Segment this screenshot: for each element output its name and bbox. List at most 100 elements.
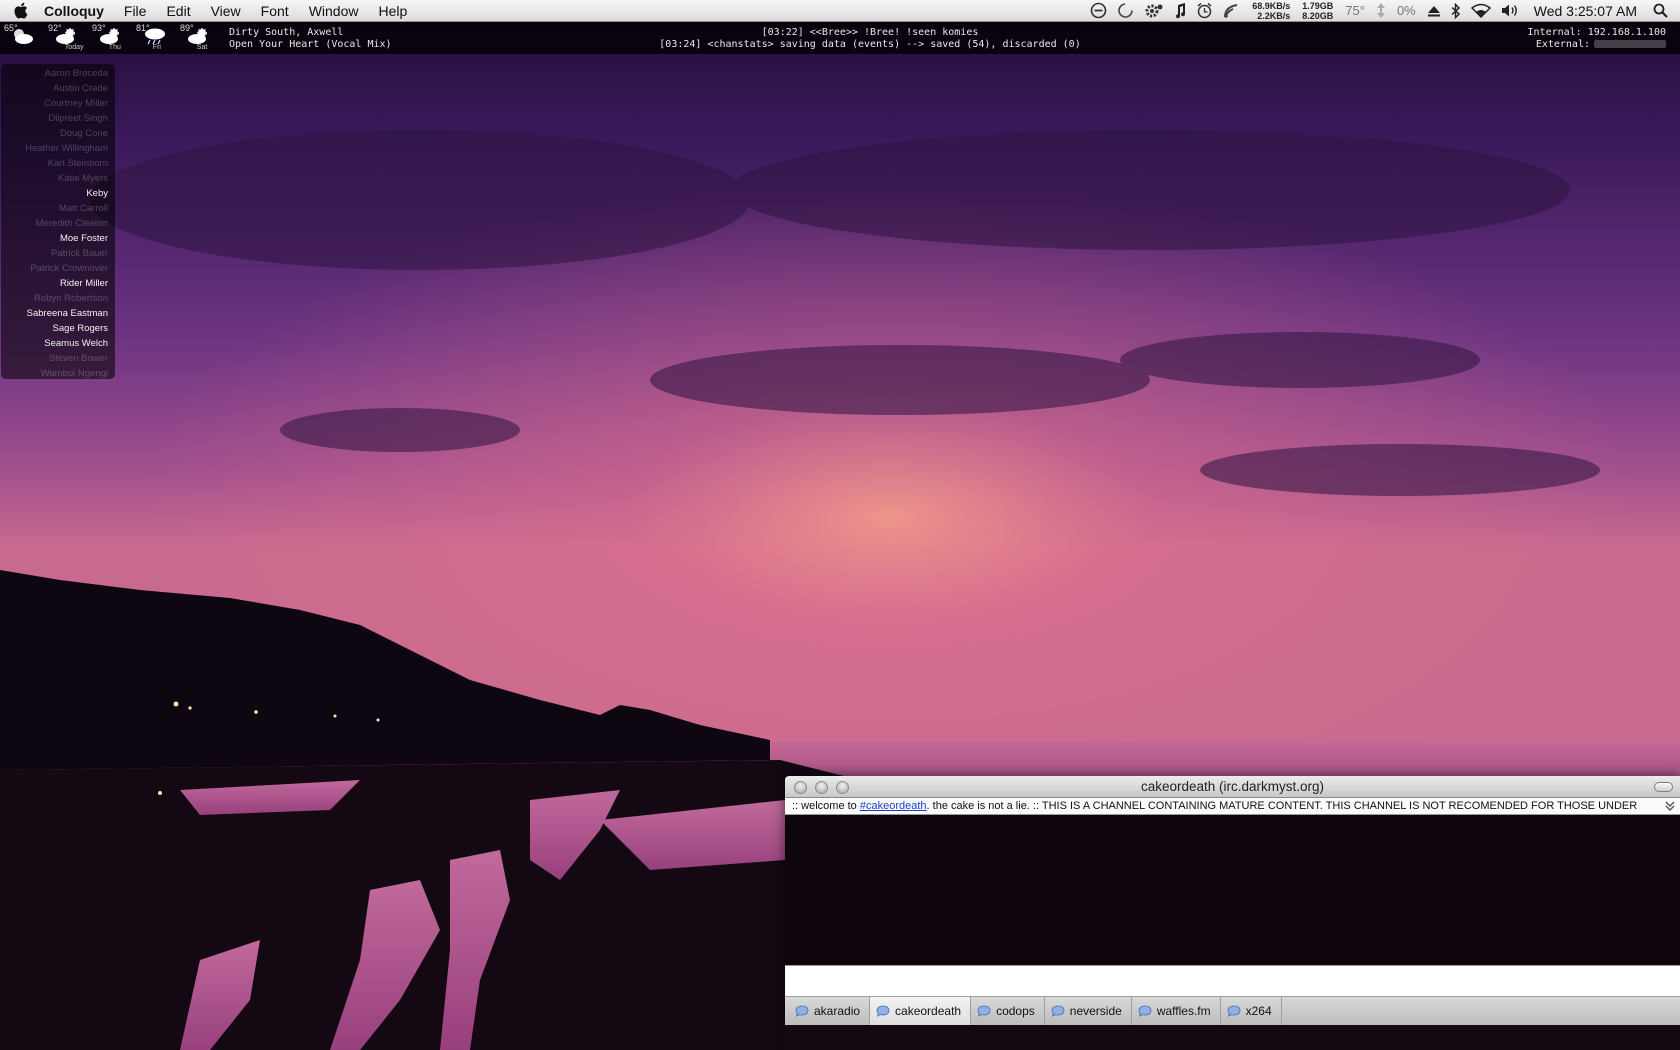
buddy-list: Aaron Breceda Austin Crade Courtney Miller… xyxy=(1,64,115,379)
now-playing: Dirty South, Axwell Open Your Heart (Voc… xyxy=(229,27,392,51)
buddy-list-item[interactable]: Robyn Robertson xyxy=(1,291,115,306)
menubar-clock[interactable]: Wed 3:25:07 AM xyxy=(1524,3,1647,19)
speech-bubble-icon xyxy=(876,1005,890,1017)
internal-ip: Internal: 192.168.1.100 xyxy=(1527,27,1666,38)
chat-tab[interactable]: cakeordeath xyxy=(870,997,972,1025)
speech-bubble-icon xyxy=(1227,1005,1241,1017)
weather-day: 81° Fri xyxy=(136,23,176,53)
music-note-icon[interactable] xyxy=(1169,0,1191,22)
battery-percentage[interactable]: 0% xyxy=(1391,3,1422,18)
chat-tab[interactable]: waffles.fm xyxy=(1132,997,1221,1025)
buddy-list-item[interactable]: Keby xyxy=(1,186,115,201)
gear-icon[interactable] xyxy=(1139,0,1169,22)
buddy-list-item[interactable]: Matt Carroll xyxy=(1,201,115,216)
message-input[interactable] xyxy=(785,965,1680,997)
buddy-list-item[interactable]: Austin Crade xyxy=(1,81,115,96)
buddy-list-item[interactable]: Heather Willingham xyxy=(1,141,115,156)
irc-log-line: [03:24] <chanstats> saving data (events)… xyxy=(659,39,1081,50)
network-down: 68.9KB/s xyxy=(1252,0,1291,11)
network-up: 2.2KB/s xyxy=(1257,10,1291,21)
topic-prefix: :: welcome to xyxy=(792,800,860,812)
chat-tab-label: waffles.fm xyxy=(1156,1004,1211,1018)
menu-font[interactable]: Font xyxy=(251,0,299,22)
topic-text: . the cake is not a lie. :: THIS IS A CH… xyxy=(926,800,1638,812)
buddy-list-item[interactable]: Meredith Cleaton xyxy=(1,216,115,231)
buddy-list-item[interactable]: Seamus Welch xyxy=(1,336,115,351)
partly-sunny-icon xyxy=(100,28,119,44)
minus-circle-icon[interactable] xyxy=(1085,0,1112,22)
memory-bottom: 8.20GB xyxy=(1302,10,1334,21)
speech-bubble-icon xyxy=(795,1005,809,1017)
buddy-list-item[interactable]: Katie Myers xyxy=(1,171,115,186)
menu-file[interactable]: File xyxy=(114,0,157,22)
window-titlebar[interactable]: cakeordeath (irc.darkmyst.org) xyxy=(785,776,1680,798)
bluetooth-icon[interactable] xyxy=(1446,0,1466,22)
buddy-list-item[interactable]: Doug Cone xyxy=(1,126,115,141)
ip-address-info: Internal: 192.168.1.100 External: xyxy=(1528,27,1666,51)
window-title: cakeordeath (irc.darkmyst.org) xyxy=(1140,779,1325,794)
partly-sunny-icon xyxy=(56,28,75,44)
buddy-list-item[interactable]: Aaron Breceda xyxy=(1,66,115,81)
menu-view[interactable]: View xyxy=(201,0,251,22)
irc-chat-window: cakeordeath (irc.darkmyst.org) :: welcom… xyxy=(785,776,1680,1050)
buddy-list-item[interactable]: Steven Bower xyxy=(1,351,115,366)
toolbar-toggle-button[interactable] xyxy=(1654,782,1673,792)
volume-icon[interactable] xyxy=(1496,0,1524,22)
chat-tab-label: cakeordeath xyxy=(895,1004,962,1018)
menu-help[interactable]: Help xyxy=(368,0,417,22)
chat-tab-label: x264 xyxy=(1245,1004,1272,1018)
channel-link[interactable]: #cakeordeath xyxy=(860,800,927,812)
buddy-list-item[interactable]: Sage Rogers xyxy=(1,321,115,336)
speech-bubble-icon xyxy=(1051,1005,1065,1017)
buddy-list-item[interactable]: Rider Miller xyxy=(1,276,115,291)
app-menu-colloquy[interactable]: Colloquy xyxy=(40,0,114,22)
memory-top: 1.79GB xyxy=(1302,0,1334,11)
irc-log-feed: [03:22] <<Bree>> !Bree! !seen komies [03… xyxy=(540,27,1200,51)
eject-icon[interactable] xyxy=(1422,0,1446,22)
chevron-down-icon[interactable] xyxy=(1663,799,1677,813)
weather-forecast: 65° 92° Today 93° Thu 81° Fri 89° Sat xyxy=(4,23,220,53)
buddy-list-item[interactable]: Karl Steinborn xyxy=(1,156,115,171)
network-speed[interactable]: 68.9KB/s 2.2KB/s xyxy=(1246,1,1296,21)
irc-log-line: [03:22] <<Bree>> !Bree! !seen komies xyxy=(761,27,979,38)
desktop-info-strip: 65° 92° Today 93° Thu 81° Fri 89° Sat Di… xyxy=(0,22,1680,54)
memory-usage[interactable]: 1.79GB 8.20GB xyxy=(1296,1,1339,21)
weather-day: 92° Today xyxy=(48,23,88,53)
up-down-arrow-icon[interactable] xyxy=(1371,0,1391,22)
wifi-icon[interactable] xyxy=(1466,0,1496,22)
weather-label: Thu xyxy=(108,44,121,51)
speech-bubble-icon xyxy=(977,1005,991,1017)
menu-window[interactable]: Window xyxy=(299,0,369,22)
sync-circle-icon[interactable] xyxy=(1112,0,1139,22)
chat-tab[interactable]: neverside xyxy=(1045,997,1132,1025)
chat-tab-label: akaradio xyxy=(814,1004,861,1018)
status-menus: 68.9KB/s 2.2KB/s 1.79GB 8.20GB 75° 0% We… xyxy=(1085,0,1680,22)
partly-sunny-icon xyxy=(188,28,207,44)
external-ip-row: External: xyxy=(1528,39,1666,51)
buddy-list-item[interactable]: Sabreena Eastman xyxy=(1,306,115,321)
chat-tab[interactable]: x264 xyxy=(1221,997,1282,1025)
external-ip-redacted xyxy=(1594,40,1666,48)
menu-edit[interactable]: Edit xyxy=(156,0,200,22)
signal-bars-icon[interactable] xyxy=(1218,0,1246,22)
cpu-temperature[interactable]: 75° xyxy=(1339,3,1371,18)
now-playing-artist: Dirty South, Axwell xyxy=(229,27,344,38)
buddy-list-item[interactable]: Wambui Ngengi xyxy=(1,366,115,381)
weather-label: Sat xyxy=(196,44,208,51)
spotlight-icon[interactable] xyxy=(1647,0,1680,22)
menu-bar: Colloquy File Edit View Font Window Help… xyxy=(0,0,1680,22)
chat-tab-bar: akaradio cakeordeath codops neverside waffle… xyxy=(785,997,1680,1025)
now-playing-track: Open Your Heart (Vocal Mix) xyxy=(229,39,392,50)
buddy-list-item[interactable]: Moe Foster xyxy=(1,231,115,246)
alarm-clock-icon[interactable] xyxy=(1191,0,1218,22)
buddy-list-item[interactable]: Patrick Bauer xyxy=(1,246,115,261)
buddy-list-item[interactable]: Patrick Crownover xyxy=(1,261,115,276)
buddy-list-item[interactable]: Dilpreet Singh xyxy=(1,111,115,126)
buddy-list-item[interactable]: Courtney Miller xyxy=(1,96,115,111)
chat-transcript[interactable] xyxy=(785,815,1680,965)
apple-menu-icon[interactable] xyxy=(0,0,40,22)
weather-day: 93° Thu xyxy=(92,23,132,53)
chat-tab[interactable]: codops xyxy=(971,997,1045,1025)
chat-tab[interactable]: akaradio xyxy=(789,997,871,1025)
channel-topic: :: welcome to #cakeordeath. the cake is … xyxy=(785,798,1680,815)
